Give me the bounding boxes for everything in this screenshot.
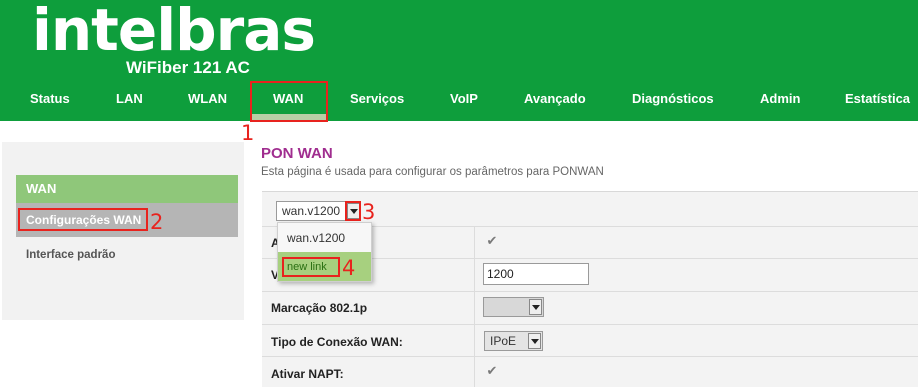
nav-status[interactable]: Status: [30, 84, 70, 114]
tipo-conexao-label: Tipo de Conexão WAN:: [271, 335, 403, 349]
nav-lan[interactable]: LAN: [116, 84, 143, 114]
nav-diagnosticos[interactable]: Diagnósticos: [632, 84, 714, 114]
nav-voip[interactable]: VoIP: [450, 84, 478, 114]
annotation-box-3: [345, 201, 361, 221]
intelbras-logo: intelbras: [32, 0, 316, 64]
row-divider: [262, 291, 918, 292]
row-divider: [262, 356, 918, 357]
annotation-number-4: 4: [342, 256, 356, 280]
page-title: PON WAN: [261, 145, 333, 162]
chevron-down-icon[interactable]: [529, 299, 542, 315]
annotation-box-4: [282, 257, 340, 277]
sidebar-item-interface-padrao[interactable]: Interface padrão: [26, 249, 115, 261]
column-divider: [474, 226, 475, 387]
sidebar-section-wan[interactable]: WAN: [16, 175, 238, 203]
top-nav: Status LAN WLAN WAN Serviços VoIP Avança…: [0, 84, 918, 114]
page-description: Esta página é usada para configurar os p…: [261, 166, 604, 178]
vlan-id-input[interactable]: [483, 263, 589, 285]
checkbox-row1[interactable]: ✔: [485, 234, 499, 248]
nav-wlan[interactable]: WLAN: [188, 84, 227, 114]
device-model: WiFiber 121 AC: [126, 58, 250, 77]
marcacao-label: Marcação 802.1p: [271, 301, 368, 315]
annotation-box-2: [18, 208, 148, 231]
nav-servicos[interactable]: Serviços: [350, 84, 404, 114]
annotation-number-3: 3: [362, 200, 376, 224]
chevron-down-icon[interactable]: [528, 333, 541, 349]
dropdown-option-wan-v1200[interactable]: wan.v1200: [287, 231, 345, 245]
annotation-number-2: 2: [150, 210, 164, 234]
napt-checkbox[interactable]: ✔: [485, 364, 499, 378]
annotation-number-1: 1: [241, 121, 255, 145]
napt-label: Ativar NAPT:: [271, 367, 344, 381]
nav-avancado[interactable]: Avançado: [524, 84, 586, 114]
annotation-box-1: [250, 81, 328, 122]
nav-estatistica[interactable]: Estatística: [845, 84, 910, 114]
row-divider: [262, 324, 918, 325]
nav-admin[interactable]: Admin: [760, 84, 800, 114]
